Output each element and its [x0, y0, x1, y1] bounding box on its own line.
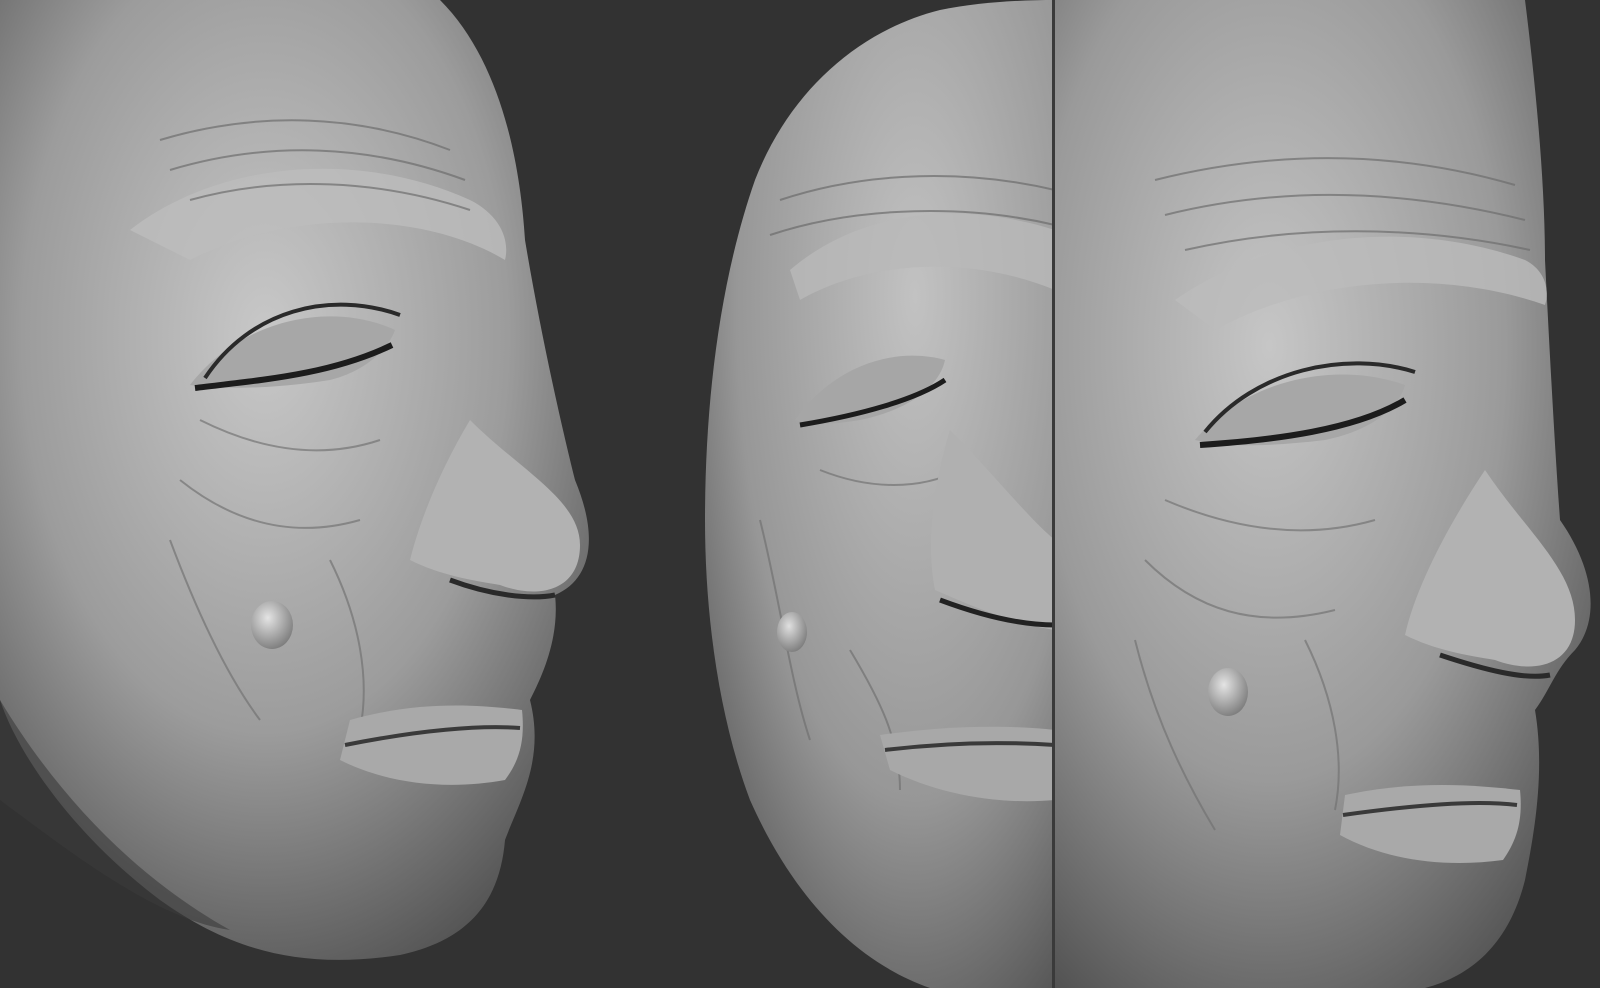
sculpt-view-left — [0, 0, 700, 988]
face-sculpt-middle — [705, 0, 1055, 988]
face-sculpt-right — [1055, 0, 1591, 988]
render-canvas — [0, 0, 1600, 988]
sculpt-view-middle — [700, 0, 1055, 988]
mole — [777, 612, 807, 652]
mole — [251, 601, 293, 649]
mole — [1208, 668, 1248, 716]
sculpt-view-right — [1055, 0, 1600, 988]
face-sculpt-left — [0, 0, 589, 960]
